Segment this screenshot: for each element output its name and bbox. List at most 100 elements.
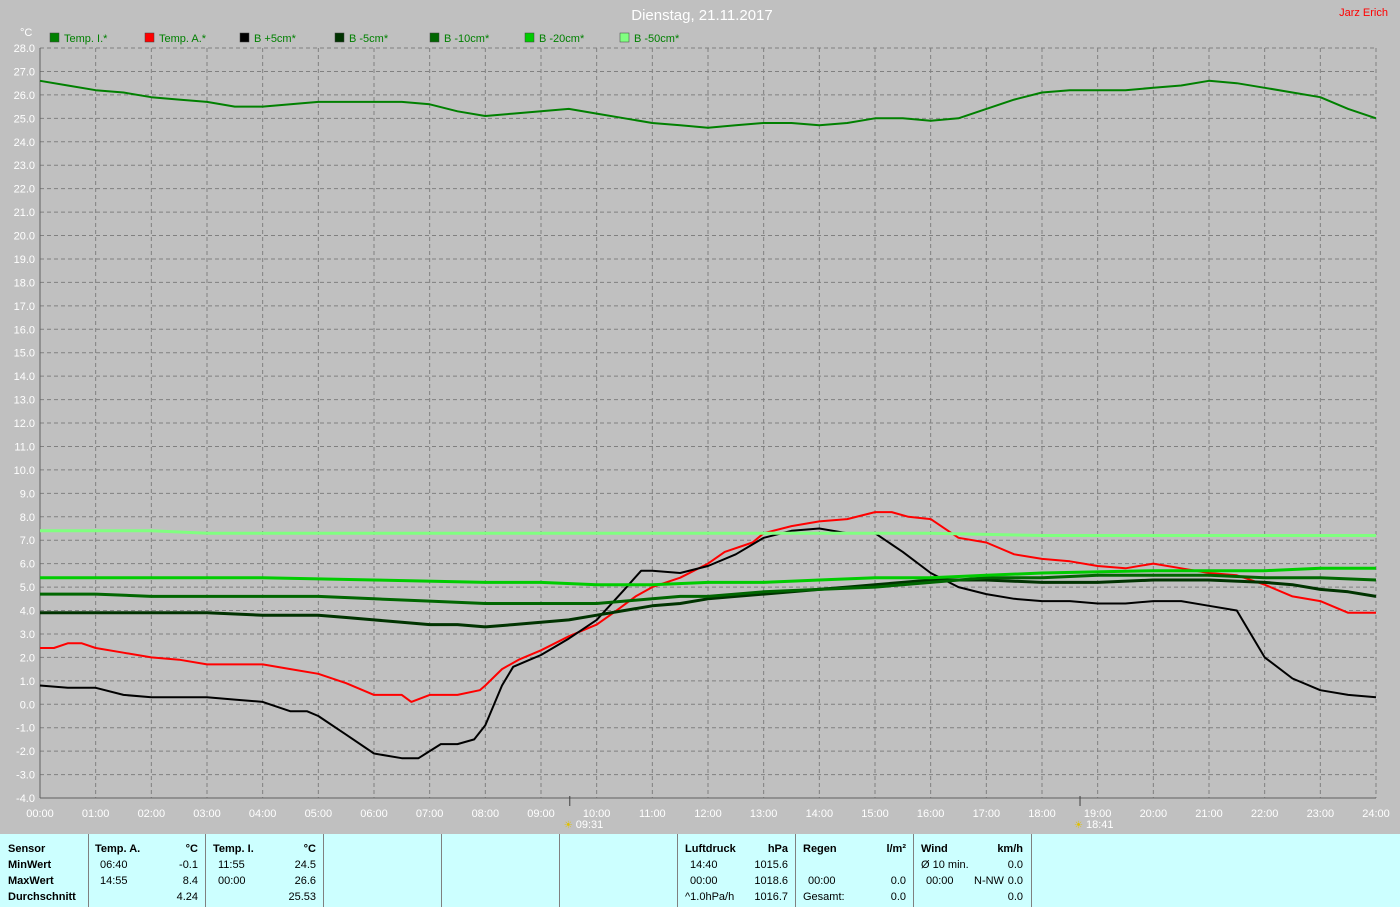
divider	[677, 834, 678, 907]
wind-third-value: 0.0	[1007, 891, 1023, 903]
legend-swatch	[239, 32, 250, 43]
x-tick-label: 18:00	[1028, 808, 1056, 820]
temp-i-average: 25.53	[288, 891, 316, 903]
divider	[88, 834, 89, 907]
y-axis-unit: °C	[20, 27, 32, 39]
y-tick-label: 4.0	[20, 606, 35, 618]
x-tick-label: 20:00	[1140, 808, 1168, 820]
divider	[323, 834, 324, 907]
y-tick-label: 16.0	[14, 324, 35, 336]
legend-label: B -5cm*	[349, 33, 389, 45]
x-tick-label: 11:00	[639, 808, 666, 820]
y-tick-label: 25.0	[14, 113, 35, 125]
y-tick-label: 24.0	[14, 137, 35, 149]
legend-label: Temp. I.*	[64, 33, 108, 45]
chart-area: Dienstag, 21.11.2017 Jarz Erich °C Temp.…	[0, 0, 1400, 834]
legend-swatch	[49, 32, 60, 43]
y-tick-label: 15.0	[14, 348, 35, 360]
y-tick-label: 18.0	[14, 277, 35, 289]
y-tick-label: 22.0	[14, 184, 35, 196]
marker-label: 18:41	[1086, 819, 1114, 831]
wind-avg-label: Ø 10 min.	[921, 859, 969, 871]
x-tick-label: 07:00	[416, 808, 444, 820]
y-tick-label: 14.0	[14, 371, 35, 383]
legend-swatch	[144, 32, 155, 43]
y-tick-label: 20.0	[14, 231, 35, 243]
rain-header: Regen	[803, 843, 837, 855]
wind-unit: km/h	[997, 843, 1023, 855]
y-tick-label: 7.0	[20, 535, 35, 547]
rain-unit: l/m²	[886, 843, 906, 855]
x-tick-label: 09:00	[527, 808, 555, 820]
pressure-max-value: 1018.6	[754, 875, 788, 887]
y-tick-label: 21.0	[14, 207, 35, 219]
temp-a-min-value: -0.1	[179, 859, 198, 871]
x-tick-label: 12:00	[694, 808, 722, 820]
temp-i-max-time: 00:00	[218, 875, 246, 887]
statistics-panel: Sensor MinWert MaxWert Durchschnitt Temp…	[0, 834, 1400, 907]
legend-label: B -20cm*	[539, 33, 585, 45]
y-tick-label: 11.0	[14, 441, 35, 453]
y-tick-label: 28.0	[14, 43, 35, 55]
divider	[1031, 834, 1032, 907]
chart-title: Dienstag, 21.11.2017	[631, 7, 773, 24]
sunrise-icon: ☀	[564, 820, 573, 831]
y-tick-label: 17.0	[14, 301, 35, 313]
legend-swatch	[429, 32, 440, 43]
y-tick-label: 2.0	[20, 652, 35, 664]
x-tick-label: 00:00	[26, 808, 54, 820]
pressure-max-time: 00:00	[690, 875, 718, 887]
pressure-current: 1016.7	[754, 891, 788, 903]
x-tick-label: 02:00	[138, 808, 166, 820]
row-label-avg: Durchschnitt	[8, 891, 76, 903]
y-tick-label: 6.0	[20, 559, 35, 571]
wind-max-value: 0.0	[1007, 875, 1023, 887]
temp-i-unit: °C	[303, 843, 316, 855]
y-tick-label: 26.0	[14, 90, 35, 102]
rain-total-label: Gesamt:	[803, 891, 845, 903]
divider	[913, 834, 914, 907]
y-tick-label: -4.0	[16, 793, 35, 805]
y-tick-label: 19.0	[14, 254, 35, 266]
y-tick-label: 1.0	[20, 676, 35, 688]
wind-header: Wind	[921, 843, 948, 855]
pressure-header: Luftdruck	[685, 843, 736, 855]
x-tick-label: 01:00	[82, 808, 110, 820]
divider	[441, 834, 442, 907]
temp-a-min-time: 06:40	[100, 859, 128, 871]
x-tick-label: 05:00	[305, 808, 333, 820]
temp-a-max-time: 14:55	[100, 875, 128, 887]
chart-background	[0, 0, 1400, 834]
legend-label: B -10cm*	[444, 33, 490, 45]
temp-i-min-value: 24.5	[294, 859, 316, 871]
y-tick-label: 12.0	[14, 418, 35, 430]
wind-max-time: 00:00	[926, 875, 954, 887]
legend-swatch	[524, 32, 535, 43]
divider	[559, 834, 560, 907]
row-label-min: MinWert	[8, 859, 52, 871]
legend-swatch	[334, 32, 345, 43]
wind-avg-value: 0.0	[1007, 859, 1023, 871]
pressure-min-time: 14:40	[690, 859, 718, 871]
y-tick-label: 5.0	[20, 582, 35, 594]
temp-a-unit: °C	[185, 843, 198, 855]
x-tick-label: 04:00	[249, 808, 277, 820]
x-tick-label: 22:00	[1251, 808, 1279, 820]
legend-swatch	[619, 32, 630, 43]
x-tick-label: 16:00	[917, 808, 945, 820]
y-tick-label: -1.0	[16, 723, 35, 735]
legend-label: B -50cm*	[634, 33, 680, 45]
y-tick-label: 9.0	[20, 488, 35, 500]
x-tick-label: 15:00	[861, 808, 889, 820]
y-tick-label: 0.0	[20, 699, 35, 711]
y-tick-label: 8.0	[20, 512, 35, 524]
temp-a-header: Temp. A.	[95, 843, 141, 855]
rain-total-value: 0.0	[890, 891, 906, 903]
y-tick-label: 27.0	[14, 66, 35, 78]
x-tick-label: 08:00	[472, 808, 500, 820]
y-tick-label: 3.0	[20, 629, 35, 641]
y-tick-label: 10.0	[14, 465, 35, 477]
pressure-min-value: 1015.6	[754, 859, 788, 871]
temp-i-min-time: 11:55	[218, 859, 245, 871]
y-tick-label: -3.0	[16, 770, 35, 782]
